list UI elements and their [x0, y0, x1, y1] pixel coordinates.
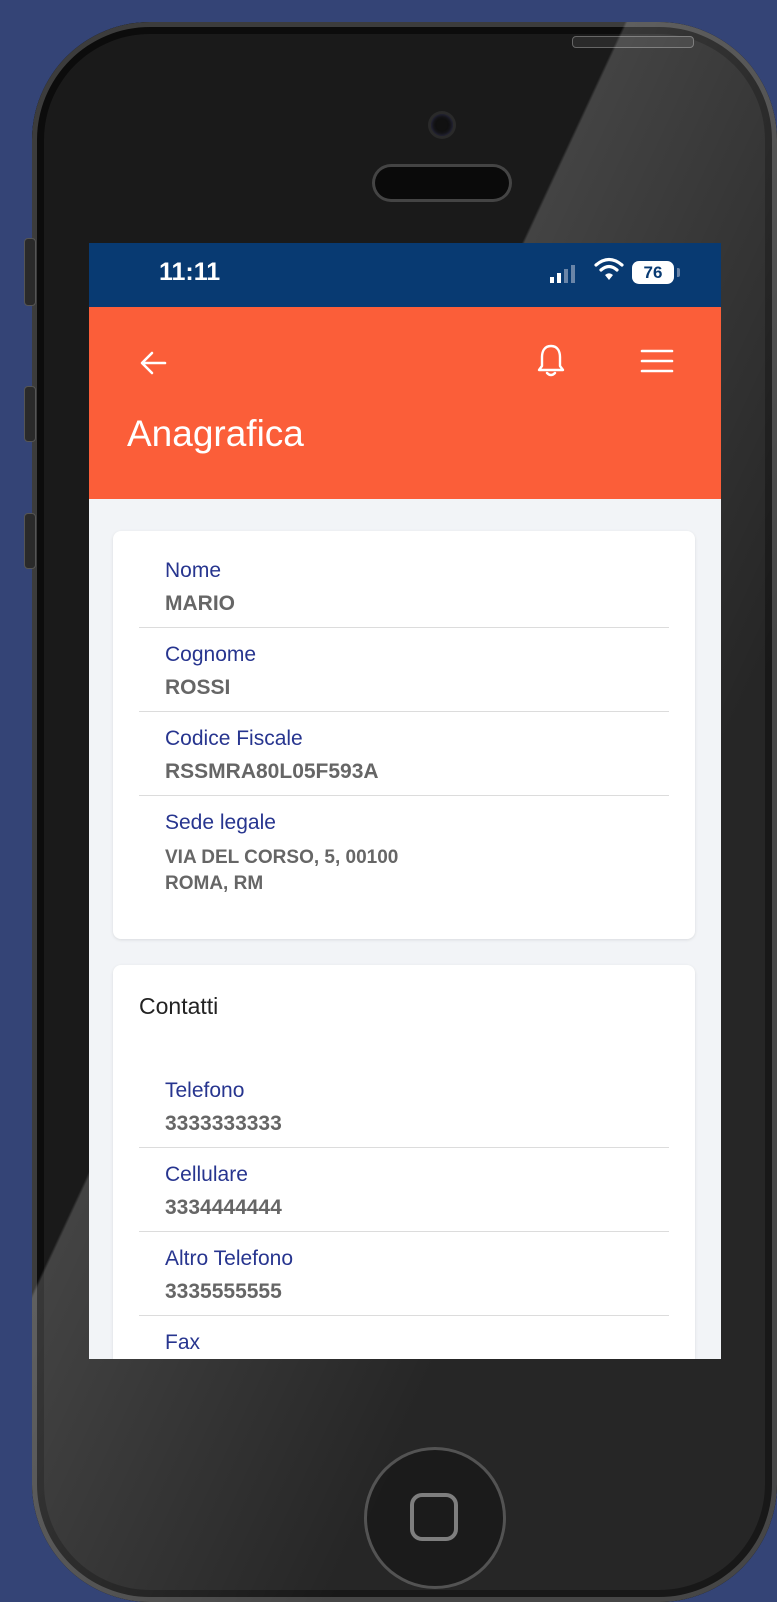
mute-switch — [24, 238, 36, 306]
field-altro-telefono: Altro Telefono 3335555555 — [139, 1231, 669, 1316]
field-cognome: Cognome ROSSI — [139, 627, 669, 712]
field-value: 3334444444 — [165, 1196, 282, 1219]
field-label: Telefono — [165, 1079, 245, 1102]
volume-down-button — [24, 513, 36, 569]
field-value: MARIO — [165, 592, 235, 615]
phone-screen: 11:11 76 Anagrafica Nome MARIO Cognome R… — [89, 243, 721, 1359]
signal-icon — [550, 265, 575, 283]
home-button-icon — [410, 1493, 458, 1541]
back-arrow-icon — [140, 351, 167, 375]
field-label: Codice Fiscale — [165, 727, 303, 750]
status-time: 11:11 — [159, 258, 221, 286]
field-fax: Fax — [139, 1315, 669, 1359]
battery-tip — [677, 268, 680, 277]
field-label: Cellulare — [165, 1163, 248, 1186]
field-label: Cognome — [165, 643, 257, 666]
field-value: 3333333333 — [165, 1112, 282, 1135]
earpiece-speaker — [375, 167, 509, 199]
field-value: 3335555555 — [165, 1280, 282, 1303]
power-button — [572, 36, 694, 48]
field-value-line-1: VIA DEL CORSO, 5, 00100 — [165, 847, 399, 868]
bell-icon — [537, 344, 565, 377]
field-label: Altro Telefono — [165, 1247, 294, 1270]
back-button[interactable] — [133, 343, 173, 383]
field-cellulare: Cellulare 3334444444 — [139, 1147, 669, 1232]
volume-up-button — [24, 386, 36, 442]
field-value: RSSMRA80L05F593A — [165, 760, 379, 783]
page-title: Anagrafica — [127, 413, 304, 454]
field-label: Nome — [165, 559, 222, 582]
field-value-line-2: ROMA, RM — [165, 873, 264, 894]
status-bar: 11:11 76 — [89, 243, 721, 307]
front-camera — [431, 114, 453, 136]
field-codice-fiscale: Codice Fiscale RSSMRA80L05F593A — [139, 711, 669, 796]
battery-icon: 76 — [632, 261, 674, 284]
section-title: Contatti — [139, 993, 219, 1019]
menu-button[interactable] — [635, 341, 679, 381]
home-button[interactable] — [367, 1450, 503, 1586]
field-value: ROSSI — [165, 676, 231, 699]
contatti-card: Contatti Telefono 3333333333 Cellulare 3… — [113, 965, 695, 1359]
field-sede-legale: Sede legale VIA DEL CORSO, 5, 00100 ROMA… — [139, 795, 669, 925]
menu-icon — [640, 349, 674, 373]
field-nome: Nome MARIO — [139, 543, 669, 628]
field-label: Fax — [165, 1331, 201, 1354]
wifi-icon — [594, 257, 624, 280]
anagrafica-card: Nome MARIO Cognome ROSSI Codice Fiscale … — [113, 531, 695, 939]
notifications-button[interactable] — [529, 337, 573, 383]
field-telefono: Telefono 3333333333 — [139, 1063, 669, 1148]
app-bar: Anagrafica — [89, 307, 721, 499]
field-label: Sede legale — [165, 811, 276, 834]
